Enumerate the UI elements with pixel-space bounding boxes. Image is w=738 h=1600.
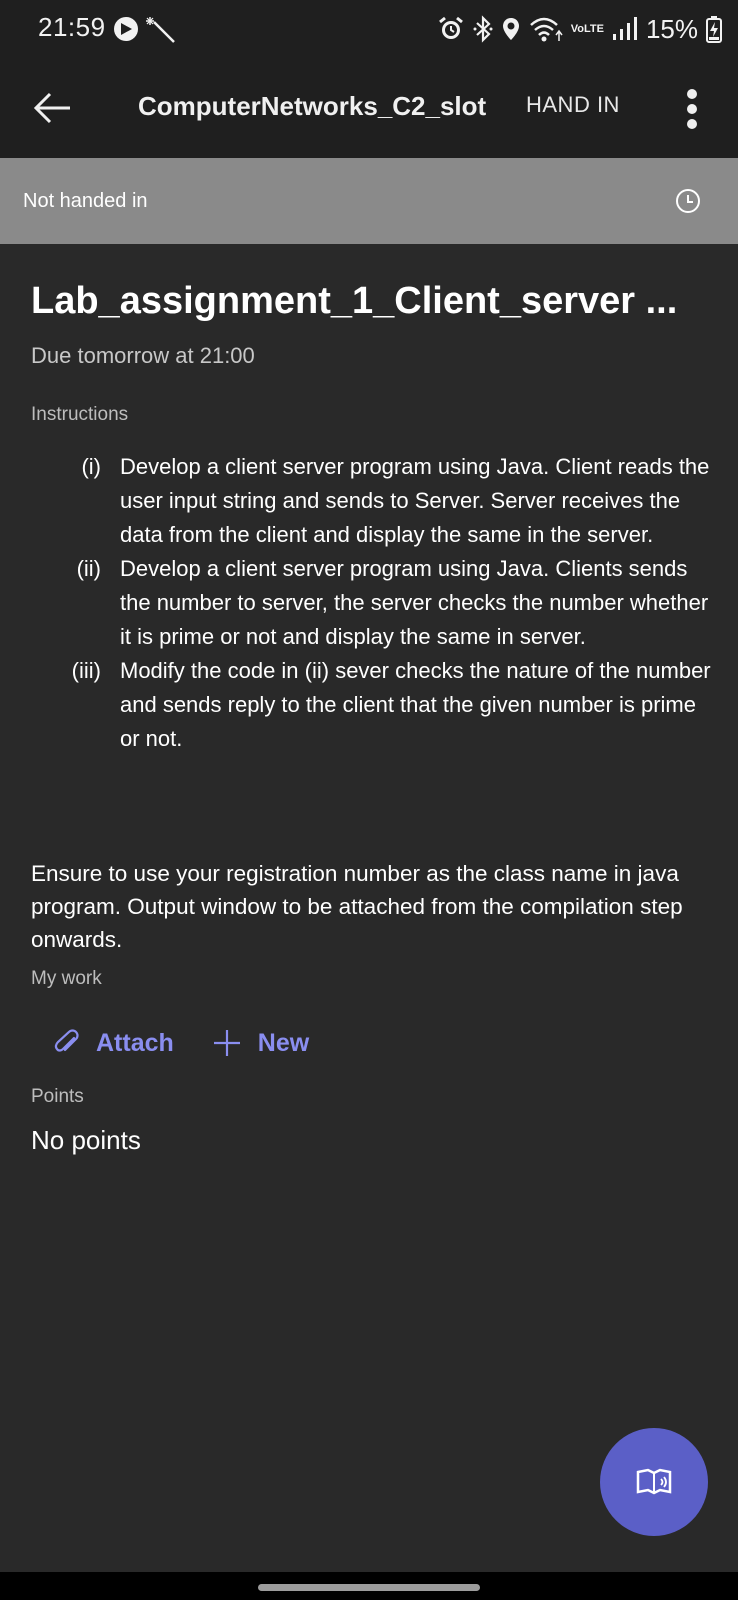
instruction-text: Develop a client server program using Ja… bbox=[120, 556, 709, 649]
hand-in-button[interactable]: HAND IN bbox=[526, 92, 620, 118]
network-type: VoLTE bbox=[570, 23, 604, 35]
attach-button[interactable]: Attach bbox=[54, 1029, 174, 1058]
magic-wand-icon bbox=[146, 17, 175, 43]
instruction-text: Modify the code in (ii) sever checks the… bbox=[120, 658, 711, 751]
app-bar: ComputerNetworks_C2_slot HAND IN bbox=[0, 58, 738, 158]
paperclip-icon bbox=[54, 1029, 79, 1052]
new-label: New bbox=[257, 1028, 310, 1057]
signal-icon bbox=[612, 17, 637, 40]
my-work-actions: Attach New bbox=[54, 1023, 309, 1063]
instruction-item: (ii) Develop a client server program usi… bbox=[31, 552, 711, 654]
points-label: Points bbox=[31, 1086, 84, 1107]
home-indicator[interactable] bbox=[258, 1584, 480, 1591]
instruction-number: (i) bbox=[81, 454, 101, 479]
points-value: No points bbox=[31, 1125, 141, 1155]
volte-label: VoLTE bbox=[571, 23, 604, 35]
back-arrow-icon bbox=[33, 92, 70, 124]
instruction-number: (iii) bbox=[71, 658, 101, 683]
new-button[interactable]: New bbox=[212, 1028, 309, 1058]
more-vertical-icon bbox=[687, 89, 697, 129]
status-time: 21:59 bbox=[38, 12, 106, 42]
assignment-note: Ensure to use your registration number a… bbox=[31, 861, 683, 952]
instruction-number: (ii) bbox=[76, 556, 101, 581]
battery-percent: 15% bbox=[645, 13, 698, 44]
instruction-item: (iii) Modify the code in (ii) sever chec… bbox=[31, 654, 711, 756]
alarm-icon bbox=[438, 16, 463, 39]
submission-status: Not handed in bbox=[23, 190, 148, 212]
location-icon bbox=[502, 18, 519, 40]
more-options-button[interactable] bbox=[672, 84, 712, 134]
instruction-item: (i) Develop a client server program usin… bbox=[31, 450, 711, 552]
instructions-label: Instructions bbox=[31, 404, 129, 425]
back-button[interactable] bbox=[30, 86, 74, 130]
immersive-reader-button[interactable] bbox=[600, 1428, 708, 1536]
page-title: ComputerNetworks_C2_slot bbox=[138, 91, 487, 121]
status-banner: Not handed in bbox=[0, 158, 738, 244]
due-date: Due tomorrow at 21:00 bbox=[31, 343, 255, 368]
wifi-icon bbox=[529, 17, 563, 42]
bluetooth-icon bbox=[473, 15, 493, 43]
instructions-list: (i) Develop a client server program usin… bbox=[31, 450, 711, 756]
system-nav-bar bbox=[0, 1572, 738, 1600]
my-work-label: My work bbox=[31, 968, 102, 989]
assignment-title: Lab_assignment_1_Client_server ... bbox=[31, 280, 678, 322]
plus-icon bbox=[213, 1030, 240, 1056]
app-notification-icon bbox=[114, 17, 138, 41]
immersive-reader-icon bbox=[636, 1468, 672, 1495]
battery-charging-icon bbox=[706, 16, 722, 43]
status-bar: 21:59 VoLTE 15% bbox=[0, 0, 738, 58]
attach-label: Attach bbox=[96, 1028, 174, 1057]
instruction-text: Develop a client server program using Ja… bbox=[120, 454, 710, 547]
clock-icon bbox=[676, 189, 700, 213]
